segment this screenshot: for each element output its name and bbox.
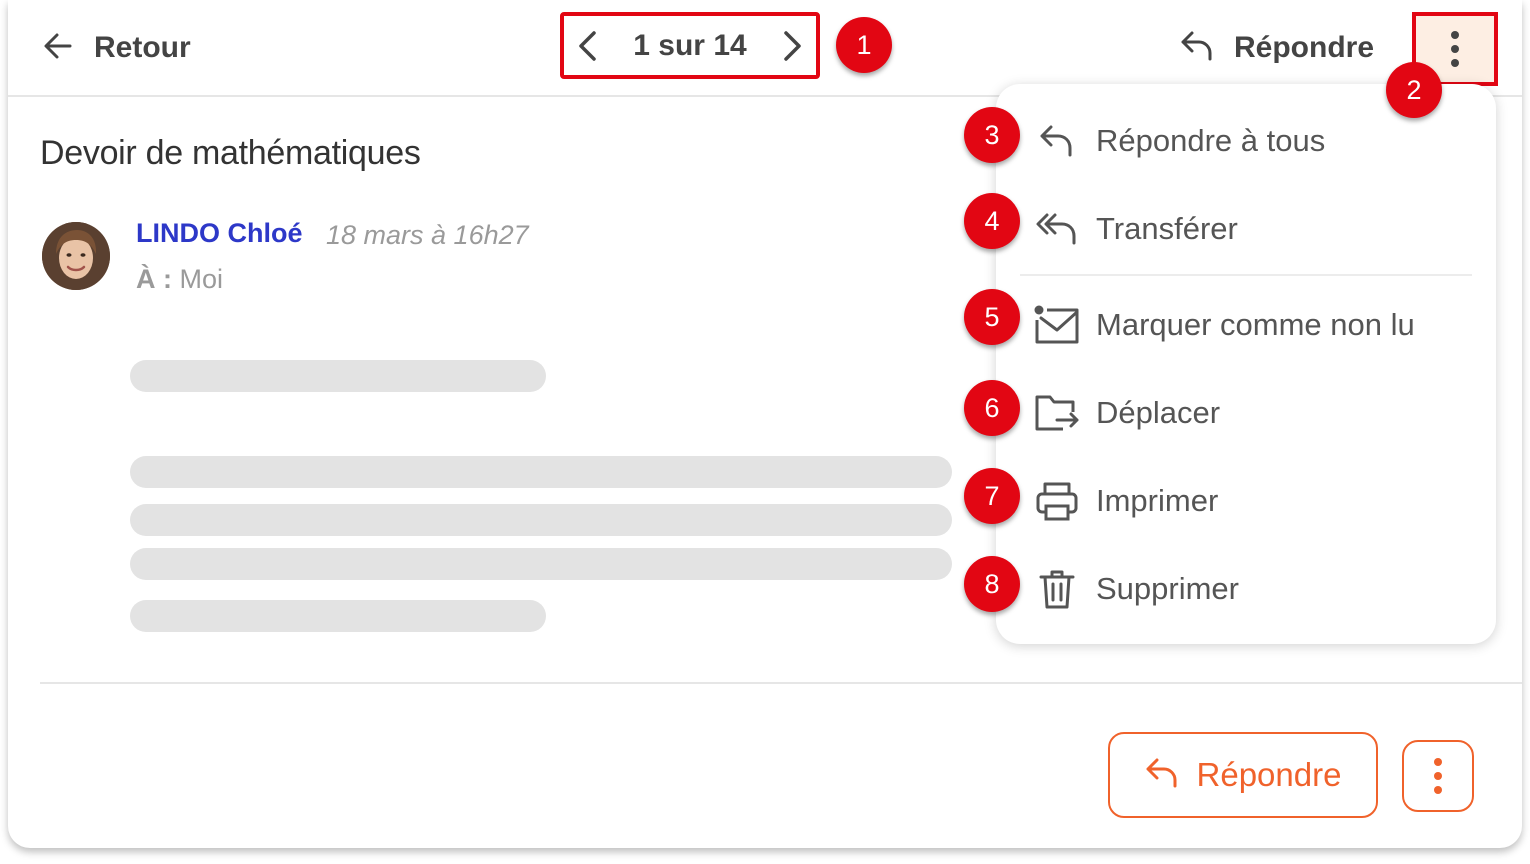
message-date: 18 mars à 16h27	[326, 220, 529, 250]
chevron-left-icon	[579, 30, 596, 61]
menu-item-move[interactable]: Déplacer	[996, 378, 1496, 448]
sender-name[interactable]: LINDO Chloé	[136, 218, 303, 249]
reply-icon	[1145, 756, 1179, 795]
menu-item-label: Répondre à tous	[1096, 123, 1326, 158]
reply-all-icon	[1032, 119, 1082, 163]
menu-item-forward[interactable]: Transférer	[996, 194, 1496, 264]
reply-button-bottom[interactable]: Répondre	[1108, 732, 1378, 818]
back-label: Retour	[94, 31, 191, 64]
menu-item-label: Marquer comme non lu	[1096, 307, 1415, 342]
reply-icon	[1180, 29, 1214, 68]
trash-icon	[1032, 567, 1082, 611]
move-folder-icon	[1032, 391, 1082, 435]
arrow-left-icon	[42, 30, 74, 67]
top-bar: Retour 1 sur 14 Répondre	[8, 0, 1522, 97]
menu-item-label: Transférer	[1096, 211, 1238, 246]
avatar	[42, 222, 110, 290]
annotation-badge: 7	[964, 468, 1020, 524]
more-options-button-bottom[interactable]	[1402, 740, 1474, 812]
annotation-badge: 5	[964, 289, 1020, 345]
reply-button-top[interactable]: Répondre	[1180, 28, 1374, 68]
menu-item-label: Imprimer	[1096, 483, 1219, 518]
annotation-badge: 2	[1386, 62, 1442, 118]
divider	[40, 682, 1522, 684]
annotation-badge: 6	[964, 380, 1020, 436]
annotation-badge: 4	[964, 193, 1020, 249]
loading-placeholder	[130, 360, 546, 392]
message-subject: Devoir de mathématiques	[40, 134, 421, 172]
chevron-right-icon	[784, 30, 801, 61]
to-value: Moi	[179, 264, 224, 294]
menu-separator	[1020, 274, 1472, 276]
annotation-badge: 8	[964, 556, 1020, 612]
menu-item-label: Supprimer	[1096, 571, 1239, 606]
forward-icon	[1032, 207, 1082, 251]
pager-text: 1 sur 14	[633, 28, 747, 62]
menu-item-delete[interactable]: Supprimer	[996, 554, 1496, 624]
reply-label-bottom: Répondre	[1196, 756, 1342, 793]
printer-icon	[1032, 479, 1082, 523]
more-options-menu: Répondre à tous Transférer Marquer comme…	[996, 84, 1496, 644]
menu-item-mark-unread[interactable]: Marquer comme non lu	[996, 290, 1496, 360]
next-message-button[interactable]	[778, 29, 806, 63]
previous-message-button[interactable]	[574, 29, 602, 63]
more-vertical-icon	[1451, 31, 1459, 67]
mark-unread-icon	[1032, 303, 1082, 347]
reply-label-top: Répondre	[1234, 31, 1375, 64]
annotation-badge: 1	[836, 17, 892, 73]
loading-placeholder	[130, 548, 952, 580]
annotation-badge: 3	[964, 107, 1020, 163]
loading-placeholder	[130, 456, 952, 488]
back-button[interactable]: Retour	[42, 28, 191, 68]
more-vertical-icon	[1434, 758, 1442, 794]
message-pager: 1 sur 14	[560, 12, 820, 79]
menu-item-print[interactable]: Imprimer	[996, 466, 1496, 536]
loading-placeholder	[130, 600, 546, 632]
loading-placeholder	[130, 504, 952, 536]
to-label: À :	[136, 264, 172, 294]
recipient-line: À : Moi	[136, 264, 223, 295]
menu-item-label: Déplacer	[1096, 395, 1221, 430]
